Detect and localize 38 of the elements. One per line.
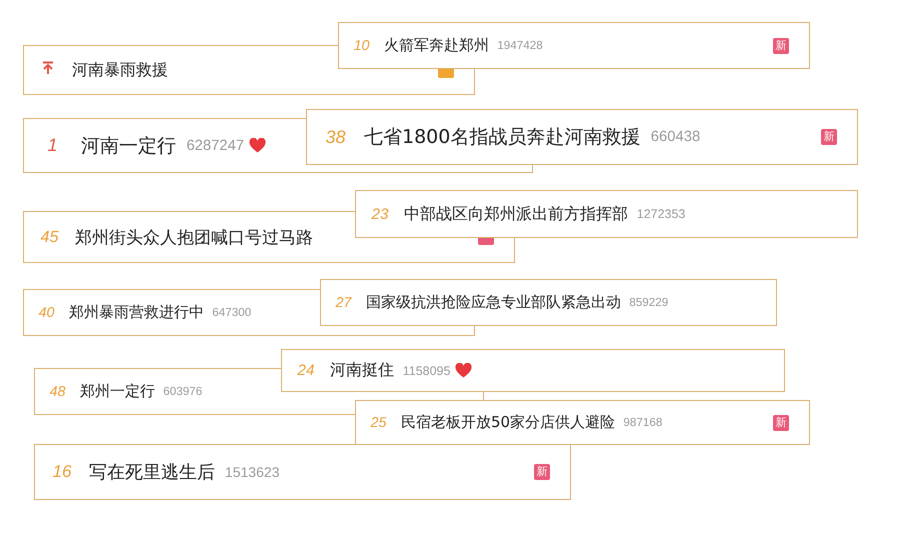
heat-count: 603976: [163, 385, 202, 398]
topic-title[interactable]: 七省1800名指战员奔赴河南救援: [364, 124, 640, 150]
rank-number: 25: [370, 414, 388, 430]
rank-number: 10: [352, 38, 370, 54]
topic-title[interactable]: 民宿老板开放50家分店供人避险: [401, 413, 616, 432]
topic-title[interactable]: 河南暴雨救援: [72, 60, 168, 80]
topic-title[interactable]: 国家级抗洪抢险应急专业部队紧急出动: [366, 293, 621, 312]
heat-count: 1272353: [636, 207, 686, 221]
rank-number: 1: [46, 135, 59, 156]
heat-count: 859229: [629, 296, 668, 309]
pin-to-top-icon: [42, 61, 54, 75]
rank-number: 24: [296, 362, 316, 379]
rank-number: 38: [324, 126, 347, 148]
rank-number: 48: [48, 384, 66, 400]
topic-title[interactable]: 郑州一定行: [80, 382, 155, 401]
heat-count: 1158095: [402, 364, 450, 378]
heat-count: 1947428: [497, 39, 543, 52]
rank-number: 16: [51, 462, 72, 482]
topic-title[interactable]: 河南挺住: [330, 360, 394, 381]
topic-title[interactable]: 郑州街头众人抱团喊口号过马路: [75, 226, 313, 248]
rank-number: 40: [38, 304, 56, 320]
heat-count: 1513623: [224, 464, 280, 480]
new-badge: 新: [821, 129, 837, 145]
new-badge: 新: [534, 464, 550, 480]
topic-title[interactable]: 中部战区向郑州派出前方指挥部: [404, 204, 628, 224]
heat-count: 660438: [650, 129, 700, 145]
new-badge: 新: [773, 38, 789, 54]
topic-title[interactable]: 河南一定行: [81, 132, 176, 158]
topic-title[interactable]: 写在死里逃生后: [89, 460, 215, 484]
heat-count: 987168: [623, 416, 662, 429]
rank-number: 23: [370, 206, 390, 222]
rank-number: 45: [40, 228, 60, 246]
topic-title[interactable]: 郑州暴雨营救进行中: [69, 303, 204, 322]
new-badge: 新: [773, 414, 789, 430]
heat-count: 647300: [212, 306, 252, 319]
rank-number: 27: [334, 294, 353, 310]
heat-count: 6287247: [186, 138, 244, 154]
topic-title[interactable]: 火箭军奔赴郑州: [384, 36, 489, 55]
